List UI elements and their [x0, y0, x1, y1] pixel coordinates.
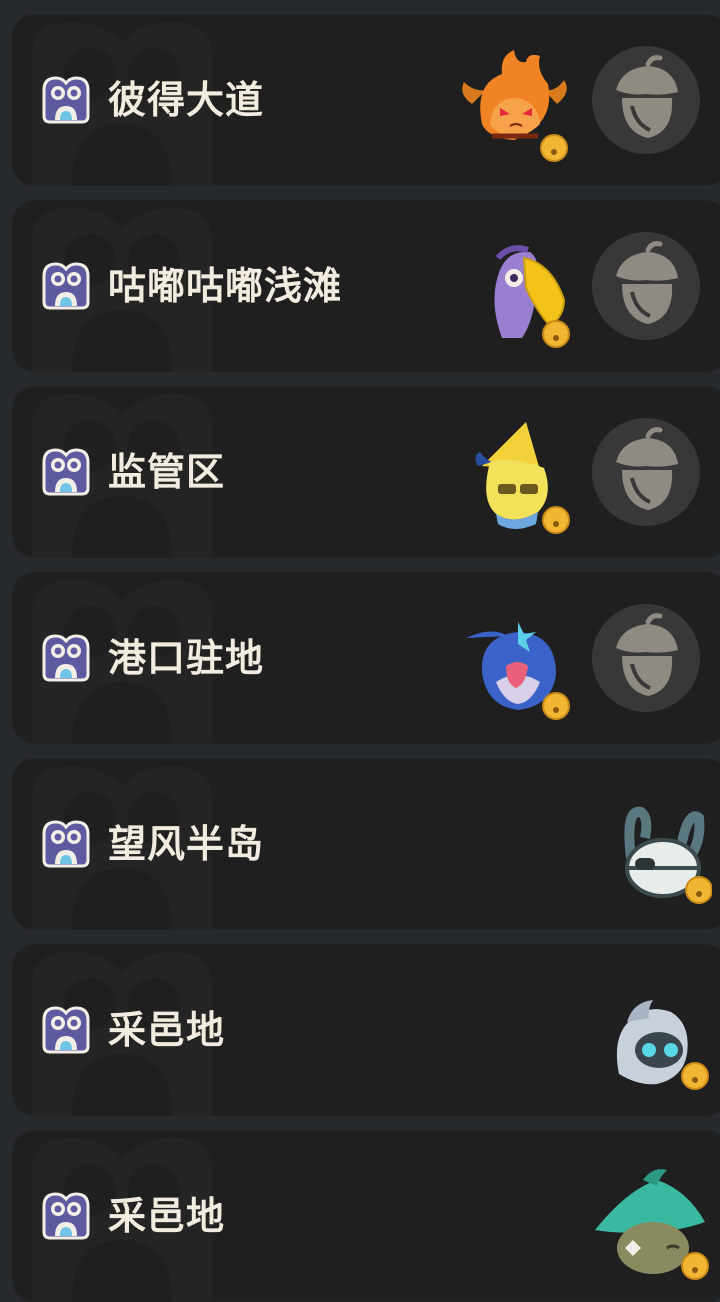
- yellow-horn-pet-icon: [475, 422, 570, 534]
- acorn-icon: [616, 241, 678, 324]
- owl-location-icon: [42, 820, 90, 868]
- green-leaf-pet-icon: [595, 1169, 709, 1280]
- fire-pet-icon: [462, 50, 568, 162]
- owl-location-icon: [42, 1192, 90, 1240]
- location-row[interactable]: 监管区: [12, 386, 720, 558]
- bell-icon: [542, 692, 570, 720]
- location-row[interactable]: 采邑地: [12, 1130, 720, 1302]
- owl-location-icon: [42, 76, 90, 124]
- purple-bird-pet-icon: [494, 245, 570, 348]
- collect-acorn-button[interactable]: [592, 232, 700, 340]
- collect-acorn-button[interactable]: [592, 418, 700, 526]
- location-name: 采邑地: [108, 1194, 226, 1238]
- white-robot-pet-icon: [624, 806, 712, 904]
- location-name: 彼得大道: [108, 78, 265, 122]
- location-row[interactable]: 港口驻地: [12, 572, 720, 744]
- acorn-icon: [616, 55, 678, 138]
- location-name: 采邑地: [108, 1008, 226, 1052]
- bell-icon: [681, 1062, 709, 1090]
- owl-location-icon: [42, 448, 90, 496]
- collect-acorn-button[interactable]: [592, 46, 700, 154]
- bell-icon: [540, 134, 568, 162]
- bell-icon: [685, 876, 712, 904]
- bell-icon: [542, 320, 570, 348]
- location-list: 彼得大道 咕嘟咕嘟浅滩 监管区 港口驻地 望风半岛 采邑地 采邑地: [0, 0, 720, 1302]
- acorn-icon: [616, 427, 678, 510]
- location-name: 港口驻地: [108, 636, 265, 680]
- location-row[interactable]: 望风半岛: [12, 758, 720, 930]
- acorn-icon: [616, 613, 678, 696]
- location-name: 监管区: [108, 450, 226, 494]
- location-name: 咕嘟咕嘟浅滩: [108, 264, 343, 308]
- bell-icon: [681, 1252, 709, 1280]
- location-name: 望风半岛: [108, 822, 265, 866]
- location-row[interactable]: 咕嘟咕嘟浅滩: [12, 200, 720, 372]
- owl-location-icon: [42, 634, 90, 682]
- location-row[interactable]: 采邑地: [12, 944, 720, 1116]
- ghost-robot-pet-icon: [616, 1000, 709, 1090]
- collect-acorn-button[interactable]: [592, 604, 700, 712]
- owl-location-icon: [42, 262, 90, 310]
- location-row[interactable]: 彼得大道: [12, 14, 720, 186]
- blue-bird-pet-icon: [466, 622, 570, 720]
- bell-icon: [542, 506, 570, 534]
- owl-location-icon: [42, 1006, 90, 1054]
